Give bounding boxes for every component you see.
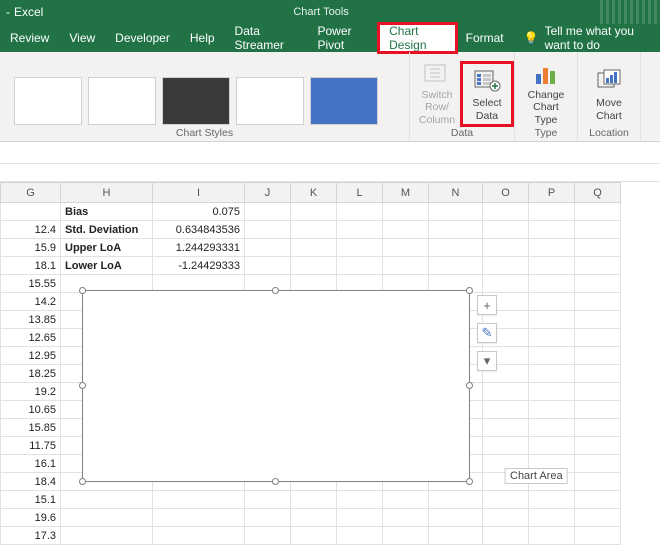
move-chart-icon xyxy=(594,66,624,94)
tab-developer[interactable]: Developer xyxy=(105,24,180,52)
switch-row-column-button: Switch Row/ Column xyxy=(412,63,462,125)
change-chart-type-button[interactable]: Change Chart Type xyxy=(521,63,571,125)
select-data-icon xyxy=(472,66,502,94)
brush-icon: ✎ xyxy=(482,325,493,341)
resize-handle[interactable] xyxy=(272,287,279,294)
chart-style-2[interactable] xyxy=(88,77,156,125)
chart-tools-label: Chart Tools xyxy=(293,6,348,18)
chart-filters-button[interactable]: ▾ xyxy=(477,351,497,371)
app-name: Excel xyxy=(14,5,43,19)
resize-handle[interactable] xyxy=(79,287,86,294)
ribbon: Chart Styles Switch Row/ Column Select D… xyxy=(0,52,660,142)
tab-view[interactable]: View xyxy=(59,24,105,52)
change-chart-type-icon xyxy=(531,62,561,86)
gap xyxy=(0,164,660,182)
col-header[interactable]: J xyxy=(245,183,291,203)
chart-tooltip: Chart Area xyxy=(505,468,568,484)
filter-icon: ▾ xyxy=(484,353,491,369)
col-header[interactable]: H xyxy=(61,183,153,203)
ribbon-tabs: Review View Developer Help Data Streamer… xyxy=(0,24,660,52)
plus-icon: + xyxy=(483,298,491,313)
spreadsheet[interactable]: G H I J K L M N O P Q Bias0.075 12.4Std.… xyxy=(0,182,660,545)
chart-styles-button[interactable]: ✎ xyxy=(477,323,497,343)
tab-review[interactable]: Review xyxy=(0,24,59,52)
col-header[interactable]: Q xyxy=(575,183,621,203)
col-header[interactable]: N xyxy=(429,183,483,203)
type-group-label: Type xyxy=(535,127,558,139)
col-header[interactable]: M xyxy=(383,183,429,203)
data-group-label: Data xyxy=(451,127,473,139)
chart-styles-label: Chart Styles xyxy=(176,127,233,139)
resize-handle[interactable] xyxy=(466,478,473,485)
chart-style-5[interactable] xyxy=(310,77,378,125)
col-header[interactable]: I xyxy=(153,183,245,203)
resize-handle[interactable] xyxy=(79,478,86,485)
tab-chart-design[interactable]: Chart Design xyxy=(379,24,455,52)
bulb-icon: 💡 xyxy=(524,31,539,45)
resize-handle[interactable] xyxy=(272,478,279,485)
col-header[interactable]: O xyxy=(483,183,529,203)
col-header[interactable]: G xyxy=(1,183,61,203)
switch-row-column-icon xyxy=(422,62,452,86)
resize-handle[interactable] xyxy=(466,382,473,389)
title-pattern xyxy=(600,0,660,24)
move-chart-button[interactable]: Move Chart xyxy=(584,63,634,125)
col-header[interactable]: P xyxy=(529,183,575,203)
select-data-button[interactable]: Select Data xyxy=(462,63,512,125)
col-header[interactable]: K xyxy=(291,183,337,203)
chart-style-4[interactable] xyxy=(236,77,304,125)
resize-handle[interactable] xyxy=(79,382,86,389)
chart-object[interactable]: + ✎ ▾ Chart Area xyxy=(82,290,470,482)
tell-me-label: Tell me what you want to do xyxy=(545,24,660,52)
chart-elements-button[interactable]: + xyxy=(477,295,497,315)
tell-me[interactable]: 💡 Tell me what you want to do xyxy=(524,24,660,52)
title-bar: - Excel Chart Tools xyxy=(0,0,660,24)
chart-style-1[interactable] xyxy=(14,77,82,125)
resize-handle[interactable] xyxy=(466,287,473,294)
tab-data-streamer[interactable]: Data Streamer xyxy=(225,24,308,52)
col-header[interactable]: L xyxy=(337,183,383,203)
formula-bar[interactable] xyxy=(0,142,660,164)
tab-help[interactable]: Help xyxy=(180,24,225,52)
location-group-label: Location xyxy=(589,127,629,139)
tab-format[interactable]: Format xyxy=(456,24,514,52)
chart-style-3[interactable] xyxy=(162,77,230,125)
tab-power-pivot[interactable]: Power Pivot xyxy=(307,24,379,52)
